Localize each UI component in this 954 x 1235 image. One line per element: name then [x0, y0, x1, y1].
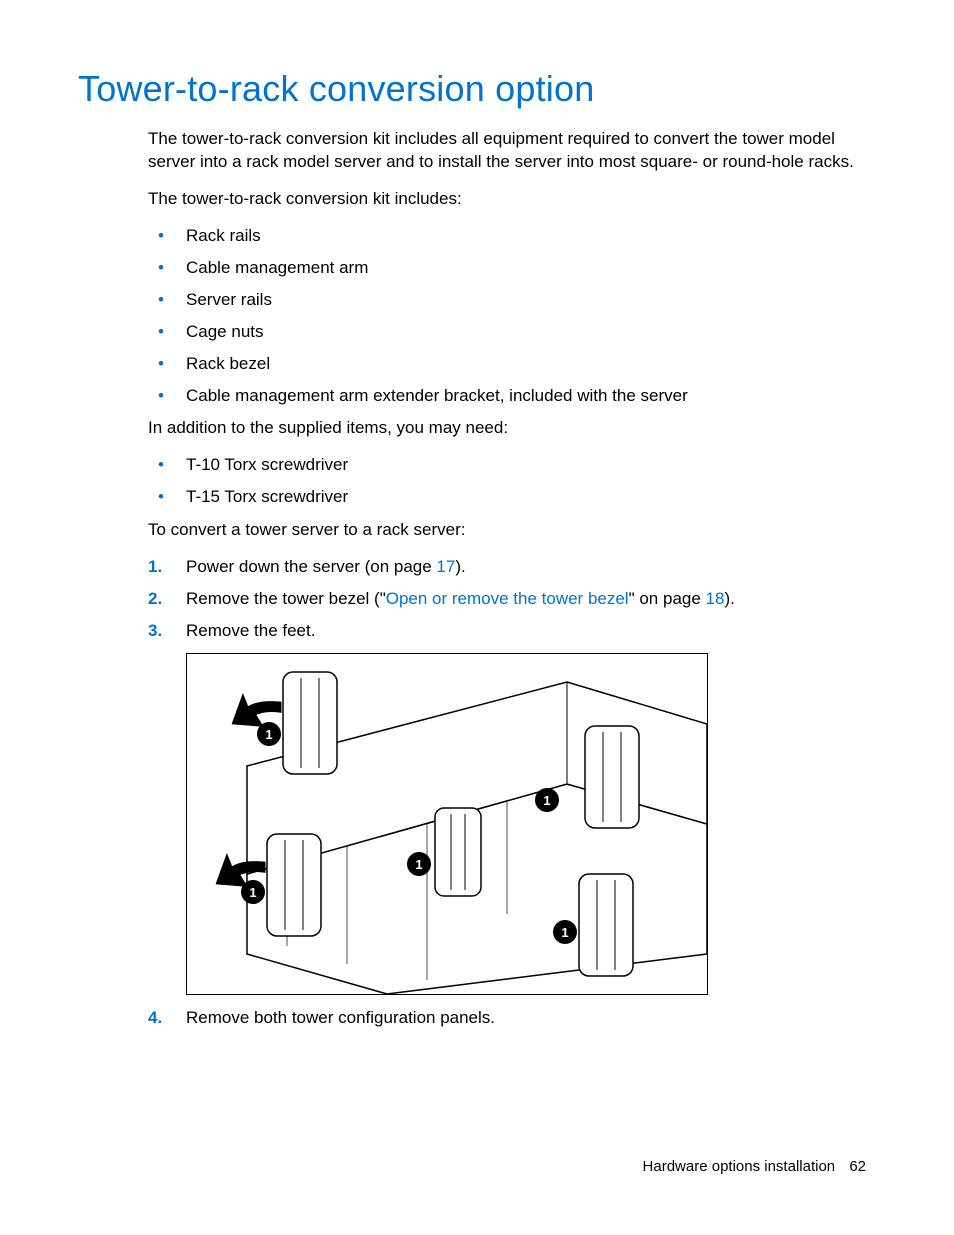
- step-text: Remove the tower bezel (": [186, 589, 386, 608]
- addition-paragraph: In addition to the supplied items, you m…: [148, 417, 866, 440]
- list-item: Server rails: [148, 289, 866, 312]
- footer-page-number: 62: [849, 1158, 866, 1175]
- footer-section: Hardware options installation: [643, 1158, 836, 1175]
- list-item: T-10 Torx screwdriver: [148, 454, 866, 477]
- list-item: Cable management arm extender bracket, i…: [148, 385, 866, 408]
- cross-ref-link[interactable]: Open or remove the tower bezel: [386, 589, 629, 608]
- list-item: Cage nuts: [148, 321, 866, 344]
- svg-text:1: 1: [543, 793, 550, 808]
- step-3: Remove the feet.: [148, 620, 866, 643]
- page-footer: Hardware options installation 62: [643, 1158, 866, 1175]
- step-text: " on page: [629, 589, 706, 608]
- page-link-17[interactable]: 17: [436, 557, 455, 576]
- page-link-18[interactable]: 18: [706, 589, 725, 608]
- svg-text:1: 1: [561, 925, 568, 940]
- intro-paragraph-1: The tower-to-rack conversion kit include…: [148, 128, 866, 174]
- step-2: Remove the tower bezel ("Open or remove …: [148, 588, 866, 611]
- tools-list: T-10 Torx screwdriver T-15 Torx screwdri…: [148, 454, 866, 509]
- step-4: Remove both tower configuration panels.: [148, 1007, 866, 1030]
- svg-text:1: 1: [249, 885, 256, 900]
- convert-paragraph: To convert a tower server to a rack serv…: [148, 519, 866, 542]
- steps-list: Power down the server (on page 17). Remo…: [148, 556, 866, 643]
- step-text: ).: [724, 589, 734, 608]
- kit-items-list: Rack rails Cable management arm Server r…: [148, 225, 866, 408]
- list-item: T-15 Torx screwdriver: [148, 486, 866, 509]
- svg-text:1: 1: [415, 857, 422, 872]
- page-title: Tower-to-rack conversion option: [78, 68, 866, 110]
- list-item: Rack bezel: [148, 353, 866, 376]
- intro-paragraph-2: The tower-to-rack conversion kit include…: [148, 188, 866, 211]
- step-text: Power down the server (on page: [186, 557, 436, 576]
- step-1: Power down the server (on page 17).: [148, 556, 866, 579]
- list-item: Cable management arm: [148, 257, 866, 280]
- steps-list-continued: Remove both tower configuration panels.: [148, 1007, 866, 1030]
- svg-text:1: 1: [265, 727, 272, 742]
- figure-remove-feet: 1 1 1 1 1: [186, 653, 708, 995]
- step-text: ).: [455, 557, 465, 576]
- list-item: Rack rails: [148, 225, 866, 248]
